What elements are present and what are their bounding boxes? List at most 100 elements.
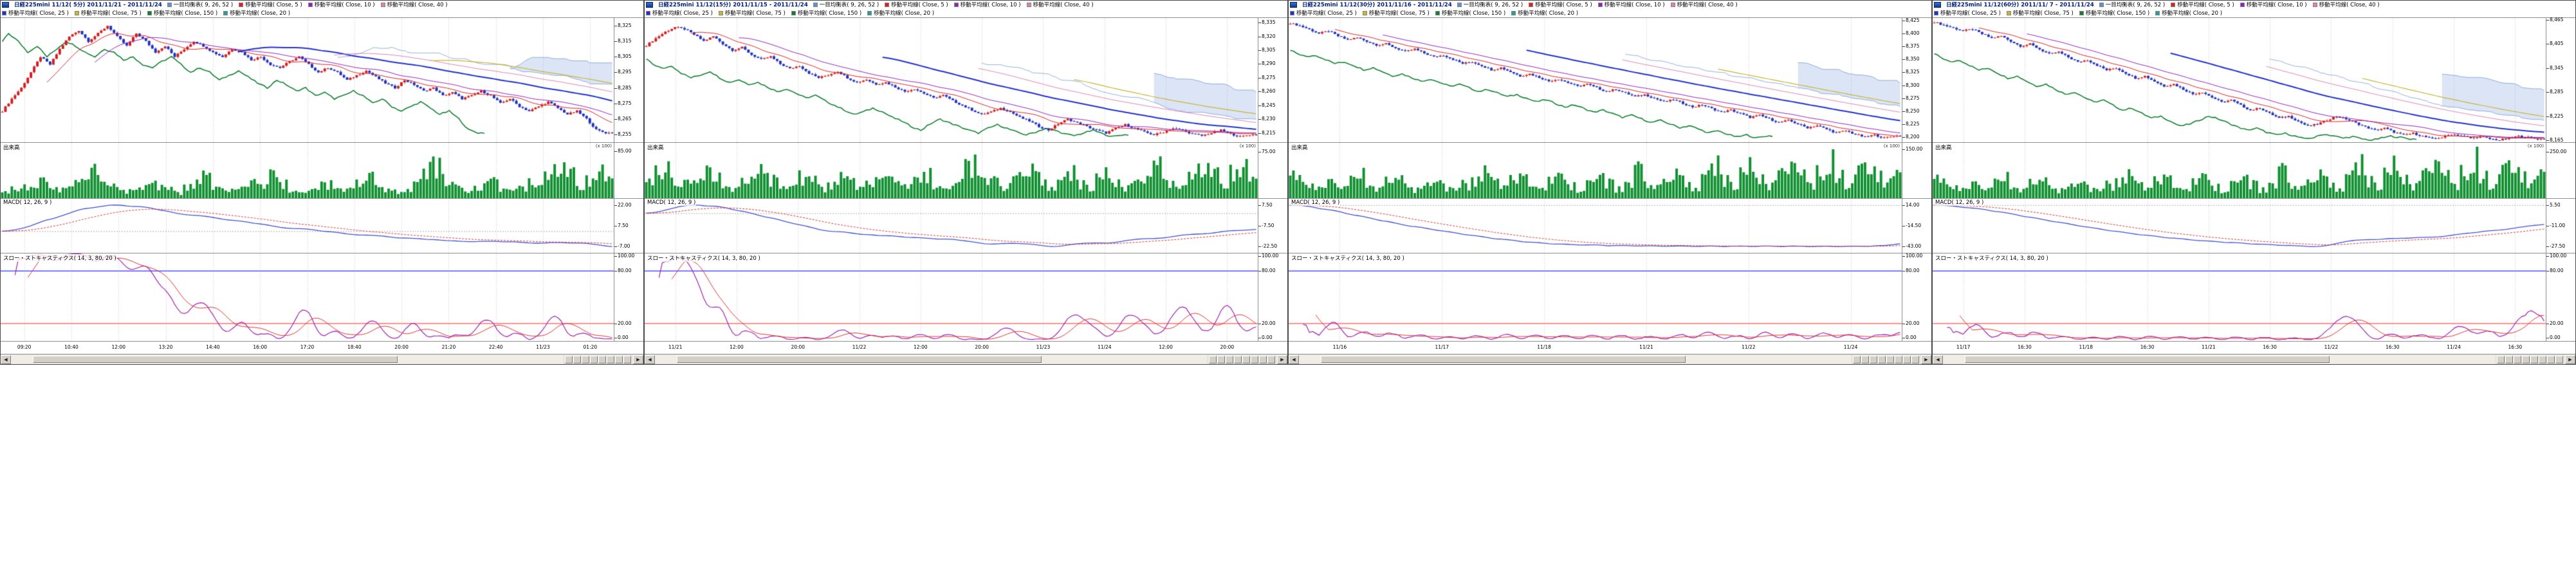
chart-tool-button[interactable]: [1903, 356, 1911, 363]
scroll-track[interactable]: [655, 355, 1207, 364]
chart-tool-button[interactable]: [1861, 356, 1869, 363]
indicator-color-chip: [719, 11, 723, 15]
scroll-thumb[interactable]: [33, 356, 397, 363]
chart-tool-button[interactable]: [590, 356, 598, 363]
axis-tick: 8,335: [1262, 20, 1275, 25]
price-chart-canvas[interactable]: [1, 18, 614, 142]
indicator-color-chip: [239, 3, 243, 7]
volume-canvas[interactable]: [645, 143, 1258, 198]
chart-tool-button[interactable]: [565, 356, 573, 363]
indicator-label: 移動平均線( Close, 40 ): [1677, 1, 1738, 9]
axis-tick: 8,315: [618, 39, 631, 44]
time-label: 20:00: [791, 344, 805, 350]
scroll-thumb[interactable]: [677, 356, 1041, 363]
macd-axis: 5.50-11.00-27.50: [2546, 199, 2575, 253]
indicator-item: 移動平均線( Close, 25 ): [1934, 10, 2001, 17]
scroll-track[interactable]: [1943, 355, 2495, 364]
chart-tool-button[interactable]: [2514, 356, 2521, 363]
panel-header-row1: 日経225mini 11/12(60分) 2011/11/ 7 - 2011/1…: [1933, 1, 2575, 9]
hscrollbar[interactable]: ◀ ▶: [645, 354, 1287, 364]
price-chart-canvas[interactable]: [1933, 18, 2546, 142]
chart-window-icon[interactable]: [1934, 2, 1941, 8]
scroll-left-button[interactable]: ◀: [1933, 355, 1943, 364]
stoch-canvas[interactable]: [1933, 253, 2546, 341]
chart-tool-button[interactable]: [2497, 356, 2505, 363]
indicator-item: 移動平均線( Close, 5 ): [1529, 1, 1592, 9]
scroll-left-button[interactable]: ◀: [1, 355, 11, 364]
scroll-left-button[interactable]: ◀: [645, 355, 655, 364]
stoch-canvas[interactable]: [645, 253, 1258, 341]
hscrollbar[interactable]: ◀ ▶: [1933, 354, 2575, 364]
volume-canvas[interactable]: [1289, 143, 1902, 198]
axis-tick: -43.00: [1906, 244, 1921, 249]
panel-header-row1: 日経225mini 11/12(15分) 2011/11/15 - 2011/1…: [645, 1, 1287, 9]
price-axis: 8,4258,4008,3758,3508,3258,3008,2758,250…: [1902, 18, 1931, 142]
chart-tool-button[interactable]: [582, 356, 589, 363]
axis-tick: 100.00: [618, 253, 634, 259]
time-label: 11/24: [1098, 344, 1112, 350]
chart-tool-button[interactable]: [2539, 356, 2546, 363]
stoch-canvas[interactable]: [1289, 253, 1902, 341]
axis-tick: 8,255: [618, 132, 631, 137]
macd-canvas[interactable]: [1, 199, 614, 253]
indicator-item: 移動平均線( Close, 20 ): [223, 10, 290, 17]
panel-title: 日経225mini 11/12( 5分) 2011/11/21 - 2011/1…: [14, 1, 162, 9]
chart-tool-button[interactable]: [1242, 356, 1250, 363]
macd-canvas[interactable]: [1933, 199, 2546, 253]
price-chart-canvas[interactable]: [645, 18, 1258, 142]
chart-tool-button[interactable]: [1209, 356, 1217, 363]
chart-tool-button[interactable]: [1234, 356, 1242, 363]
chart-tool-button[interactable]: [1267, 356, 1275, 363]
chart-tool-button[interactable]: [2522, 356, 2530, 363]
chart-tool-button[interactable]: [1878, 356, 1886, 363]
volume-canvas[interactable]: [1933, 143, 2546, 198]
macd-canvas[interactable]: [645, 199, 1258, 253]
chart-tool-button[interactable]: [2505, 356, 2513, 363]
chart-tool-button[interactable]: [2547, 356, 2555, 363]
stoch-canvas[interactable]: [1, 253, 614, 341]
scroll-right-button[interactable]: ▶: [1921, 355, 1931, 364]
chart-tool-button[interactable]: [1251, 356, 1258, 363]
chart-tool-button[interactable]: [1886, 356, 1894, 363]
chart-tool-button[interactable]: [1895, 356, 1902, 363]
chart-tool-button[interactable]: [1870, 356, 1877, 363]
chart-tool-button[interactable]: [2555, 356, 2563, 363]
scroll-track[interactable]: [1299, 355, 1851, 364]
chart-tool-button[interactable]: [573, 356, 581, 363]
scroll-left-button[interactable]: ◀: [1289, 355, 1299, 364]
time-label: 18:40: [347, 344, 362, 350]
macd-canvas[interactable]: [1289, 199, 1902, 253]
chart-tool-button[interactable]: [615, 356, 623, 363]
time-label: 11/22: [852, 344, 867, 350]
scroll-right-button[interactable]: ▶: [1277, 355, 1287, 364]
scroll-thumb[interactable]: [1321, 356, 1685, 363]
chart-tool-button[interactable]: [598, 356, 606, 363]
stochastics-section: スロー・ストキャスティクス( 14, 3, 80, 20 ) 100.0080.…: [1, 253, 643, 341]
chart-tool-button[interactable]: [1226, 356, 1233, 363]
indicator-color-chip: [2313, 3, 2317, 7]
chart-tool-button[interactable]: [607, 356, 614, 363]
chart-tool-button[interactable]: [1259, 356, 1267, 363]
time-label: 11/21: [668, 344, 683, 350]
chart-tool-button[interactable]: [1217, 356, 1225, 363]
scroll-right-button[interactable]: ▶: [2565, 355, 2575, 364]
scroll-right-button[interactable]: ▶: [633, 355, 643, 364]
hscrollbar[interactable]: ◀ ▶: [1289, 354, 1931, 364]
price-chart-canvas[interactable]: [1289, 18, 1902, 142]
volume-canvas[interactable]: [1, 143, 614, 198]
time-label: 16:30: [2263, 344, 2277, 350]
indicator-label: 移動平均線( Close, 75 ): [81, 10, 142, 17]
chart-tool-button[interactable]: [623, 356, 631, 363]
chart-tool-button[interactable]: [1853, 356, 1861, 363]
chart-tool-button[interactable]: [1911, 356, 1919, 363]
chart-window-icon[interactable]: [1290, 2, 1297, 8]
scroll-thumb[interactable]: [1965, 356, 2329, 363]
axis-tick: 85.00: [618, 149, 631, 154]
time-label: 16:30: [2508, 344, 2523, 350]
chart-tool-button[interactable]: [2530, 356, 2538, 363]
scroll-track[interactable]: [11, 355, 563, 364]
chart-window-icon[interactable]: [646, 2, 653, 8]
indicator-label: 移動平均線( Close, 75 ): [725, 10, 786, 17]
hscrollbar[interactable]: ◀ ▶: [1, 354, 643, 364]
chart-window-icon[interactable]: [2, 2, 9, 8]
